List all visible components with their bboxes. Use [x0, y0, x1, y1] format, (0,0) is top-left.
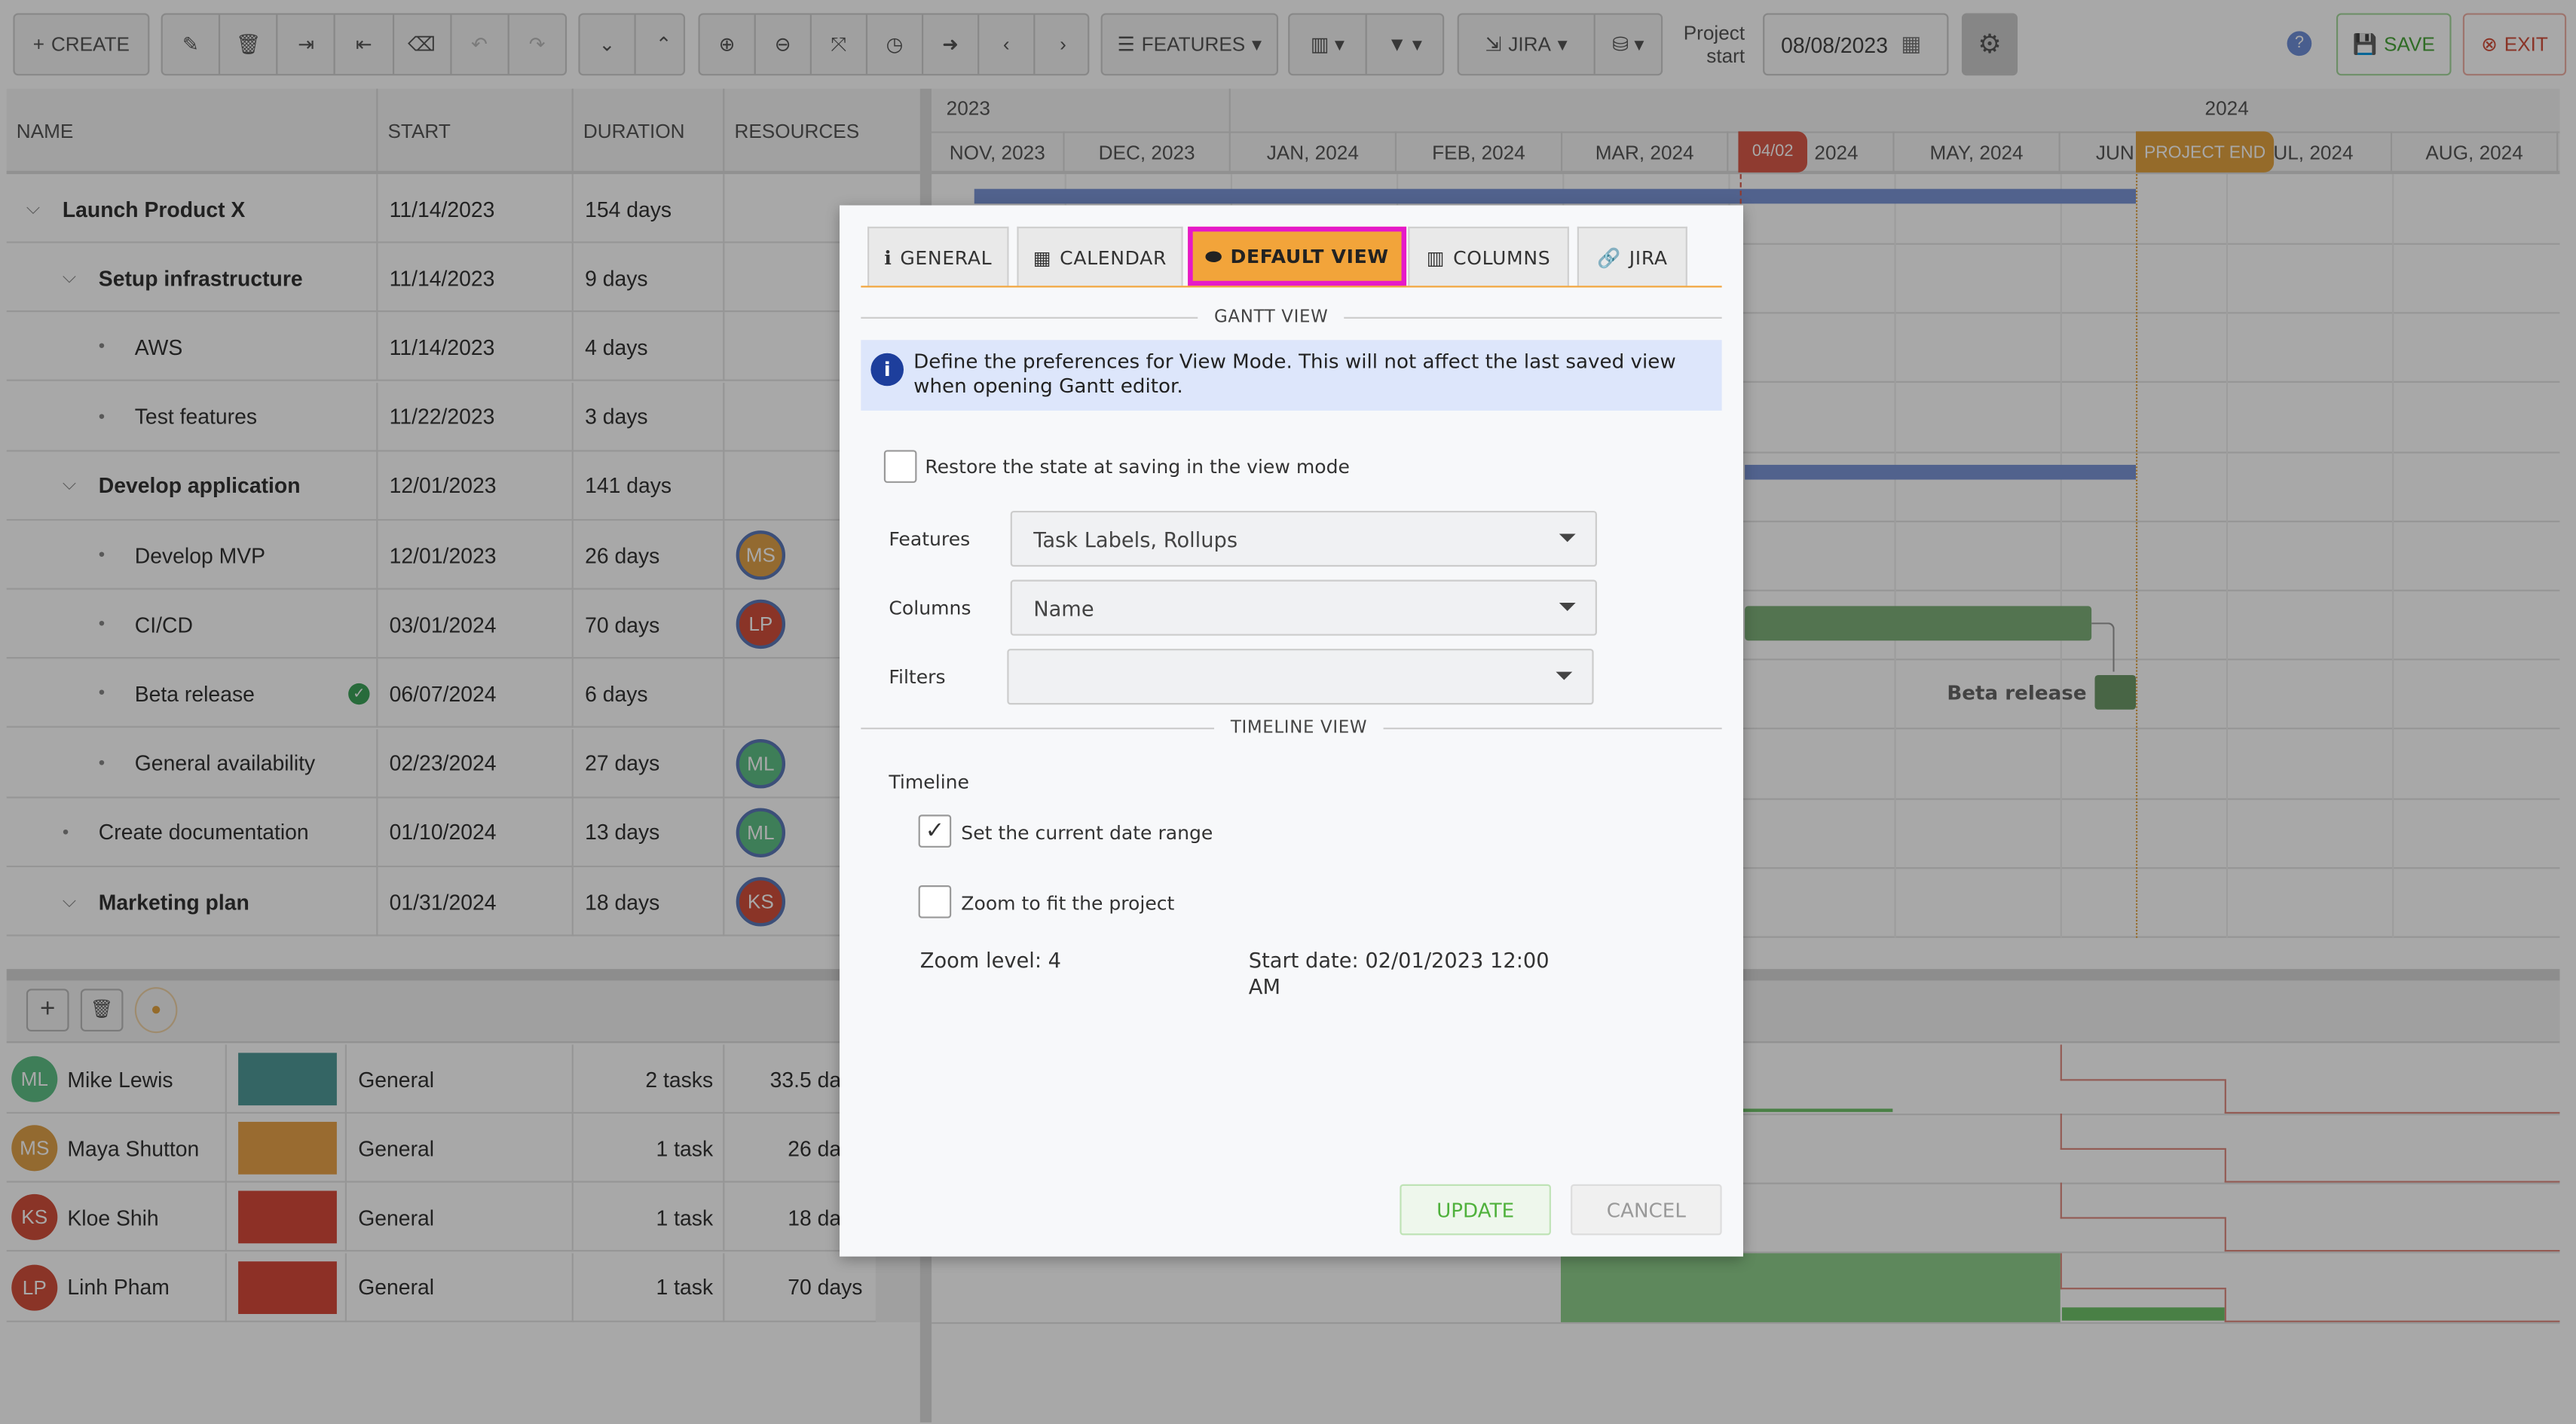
info-banner: i Define the preferences for View Mode. … — [861, 340, 1722, 411]
columns-select[interactable]: Name — [1010, 579, 1597, 636]
info-text: Define the preferences for View Mode. Th… — [913, 350, 1676, 398]
caret-down-icon — [1556, 671, 1573, 680]
tab-columns[interactable]: ▥ COLUMNS — [1408, 226, 1569, 286]
tab-jira[interactable]: 🔗 JIRA — [1577, 226, 1687, 286]
link-icon: 🔗 — [1596, 245, 1621, 269]
update-button[interactable]: UPDATE — [1400, 1184, 1551, 1236]
tab-general[interactable]: ℹ GENERAL — [867, 226, 1009, 286]
tab-underline — [861, 286, 1722, 288]
cancel-button[interactable]: CANCEL — [1571, 1184, 1722, 1236]
zoom-fit-checkbox[interactable] — [918, 885, 952, 918]
info-icon: i — [870, 353, 904, 387]
caret-down-icon — [1559, 533, 1576, 542]
date-range-label: Set the current date range — [961, 821, 1213, 845]
timeline-label: Timeline — [889, 770, 969, 793]
date-range-checkbox[interactable]: ✓ — [918, 814, 952, 848]
filters-label: Filters — [889, 665, 946, 689]
toggle-icon: ⬬ — [1205, 243, 1222, 267]
columns-icon: ▥ — [1426, 245, 1446, 269]
info-icon: ℹ — [884, 245, 892, 269]
gantt-app: + CREATE ✎ 🗑 ⇥ ⇤ ⌫ ↶ ↷ ⌄ ⌃ ⊕ ⊖ ⤧ ◷ ➜ ‹ › … — [0, 0, 2576, 1424]
calendar-icon: ▦ — [1033, 245, 1052, 269]
start-date: Start date: 02/01/2023 12:00 AM — [1248, 947, 1550, 999]
timeline-view-heading: TIMELINE VIEW — [1214, 717, 1384, 738]
gantt-view-heading: GANTT VIEW — [1198, 307, 1345, 327]
restore-state-checkbox[interactable] — [883, 450, 917, 483]
caret-down-icon — [1559, 603, 1576, 611]
features-label: Features — [889, 527, 971, 551]
restore-state-label: Restore the state at saving in the view … — [925, 454, 1350, 478]
checkmark-icon: ✓ — [925, 817, 945, 845]
settings-dialog: ℹ GENERAL ▦ CALENDAR ⬬ DEFAULT VIEW ▥ COLUMN… — [839, 205, 1743, 1257]
filters-select[interactable] — [1007, 649, 1594, 705]
features-select[interactable]: Task Labels, Rollups — [1010, 510, 1597, 567]
tab-calendar[interactable]: ▦ CALENDAR — [1017, 226, 1183, 286]
columns-label: Columns — [889, 596, 971, 619]
zoom-fit-label: Zoom to fit the project — [961, 891, 1175, 915]
tab-default-view[interactable]: ⬬ DEFAULT VIEW — [1188, 226, 1407, 286]
zoom-level: Zoom level: 4 — [919, 947, 1062, 973]
